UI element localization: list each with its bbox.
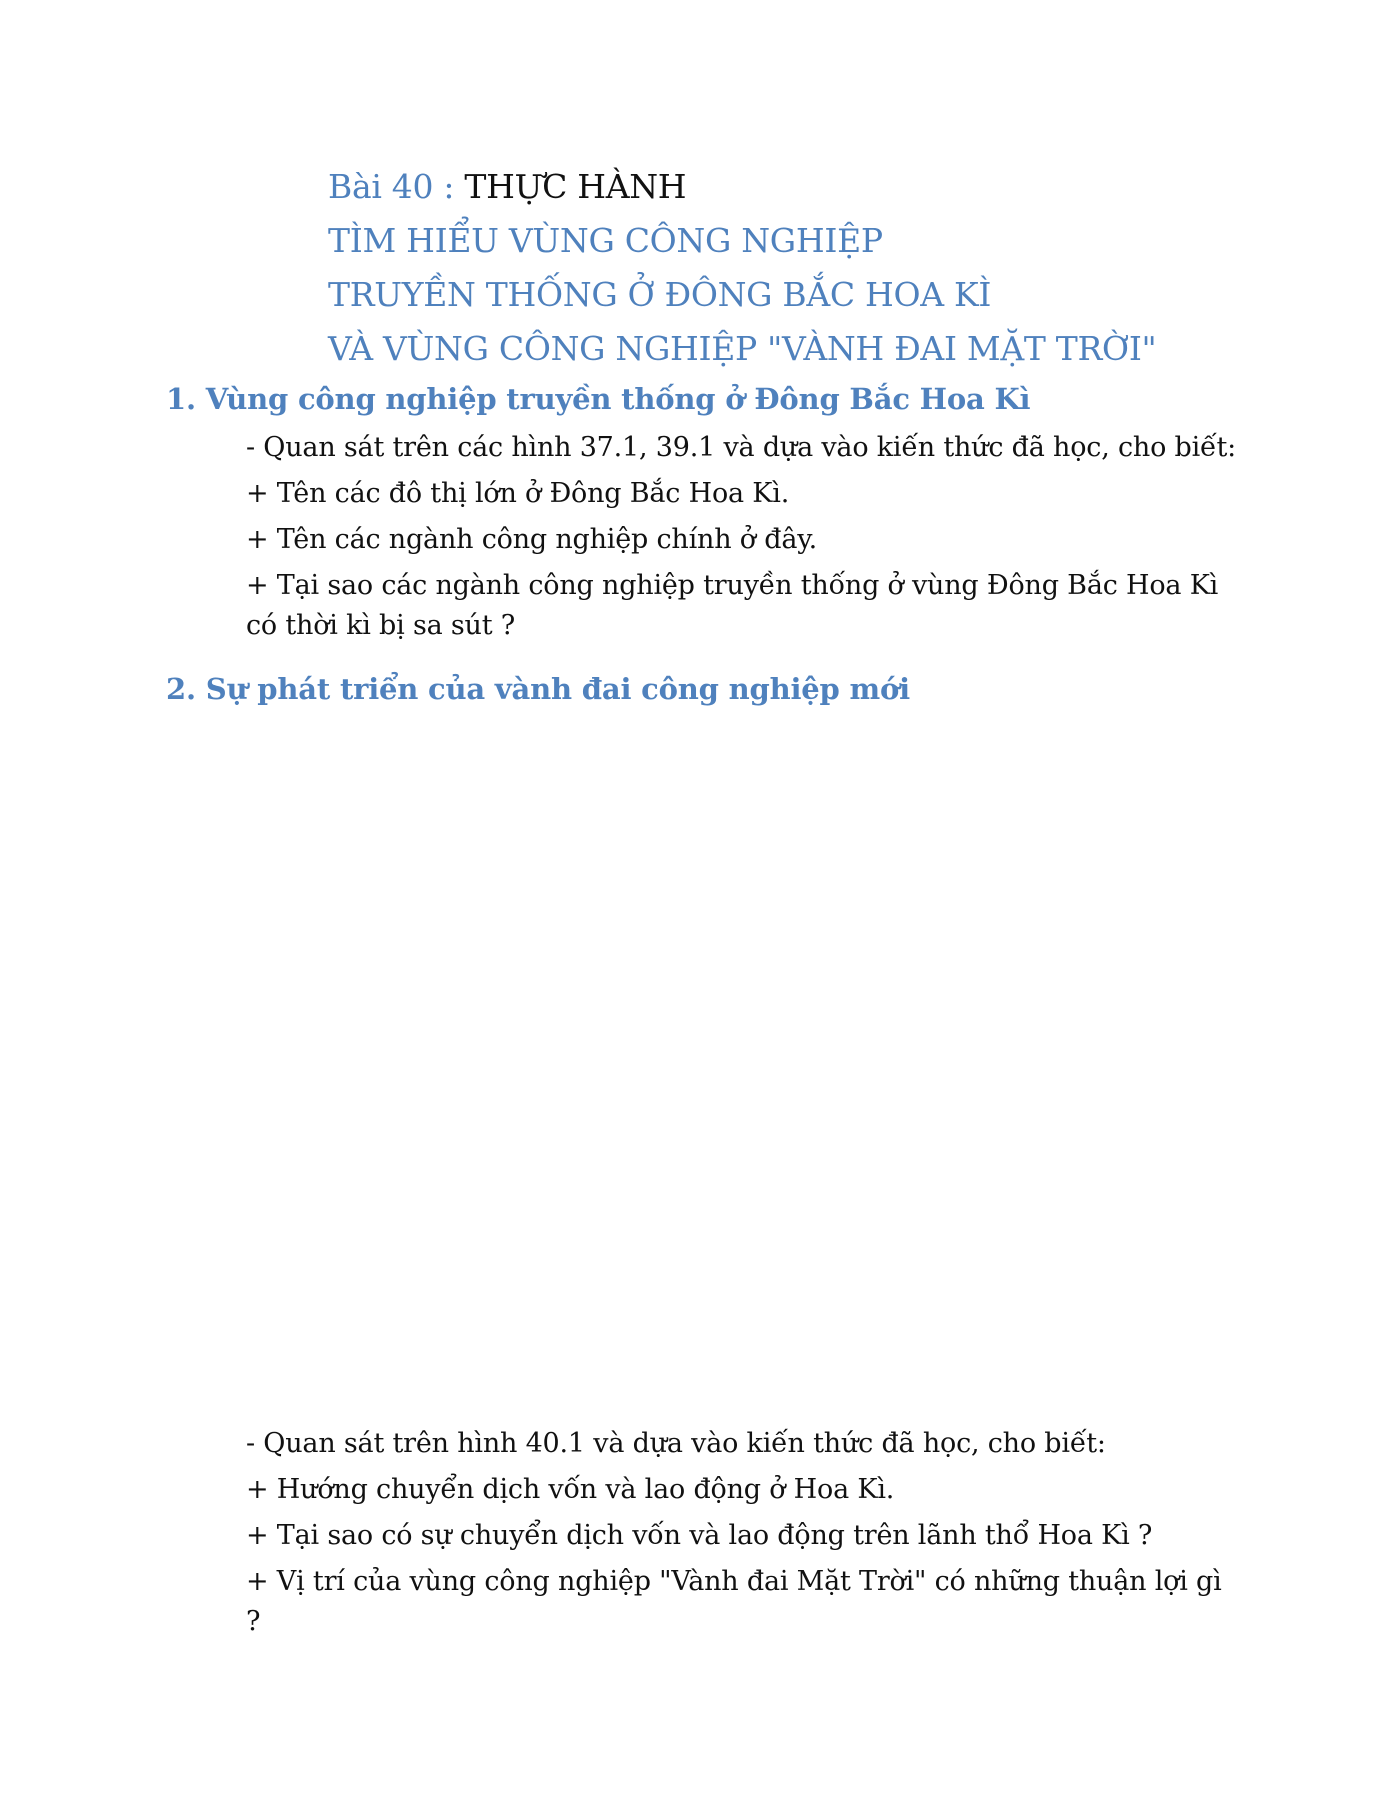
title-line-3: TRUYỀN THỐNG Ở ĐÔNG BẮC HOA KÌ [328,275,992,314]
section-2-item: + Tại sao có sự chuyển dịch vốn và lao đ… [246,1520,1153,1551]
section-2-body: - Quan sát trên hình 40.1 và dựa vào kiế… [246,1424,1236,1648]
section-2-item: + Hướng chuyển dịch vốn và lao động ở Ho… [246,1474,895,1505]
title-line-1: Bài 40 : THỰC HÀNH [328,160,1328,214]
section-1-heading: 1. Vùng công nghiệp truyền thống ở Đông … [166,382,1031,416]
section-2-item: + Vị trí của vùng công nghiệp "Vành đai … [246,1566,1222,1637]
section-1-item: + Tên các đô thị lớn ở Đông Bắc Hoa Kì. [246,478,790,509]
section-2-heading: 2. Sự phát triển của vành đai công nghiệ… [166,672,910,706]
document-page: Bài 40 : THỰC HÀNH TÌM HIỂU VÙNG CÔNG NG… [0,0,1390,1800]
section-1-item: + Tại sao các ngành công nghiệp truyền t… [246,570,1219,641]
title-line-2: TÌM HIỂU VÙNG CÔNG NGHIỆP [328,221,883,260]
section-1-body: - Quan sát trên các hình 37.1, 39.1 và d… [246,428,1236,652]
section-2-item: - Quan sát trên hình 40.1 và dựa vào kiế… [246,1428,1106,1459]
title-line-4: VÀ VÙNG CÔNG NGHIỆP "VÀNH ĐAI MẶT TRỜI" [328,329,1157,368]
lesson-number: Bài 40 : [328,167,455,206]
lesson-type: THỰC HÀNH [464,167,687,206]
lesson-title: Bài 40 : THỰC HÀNH TÌM HIỂU VÙNG CÔNG NG… [328,160,1328,376]
section-1-item: - Quan sát trên các hình 37.1, 39.1 và d… [246,432,1236,463]
section-1-item: + Tên các ngành công nghiệp chính ở đây. [246,524,818,555]
